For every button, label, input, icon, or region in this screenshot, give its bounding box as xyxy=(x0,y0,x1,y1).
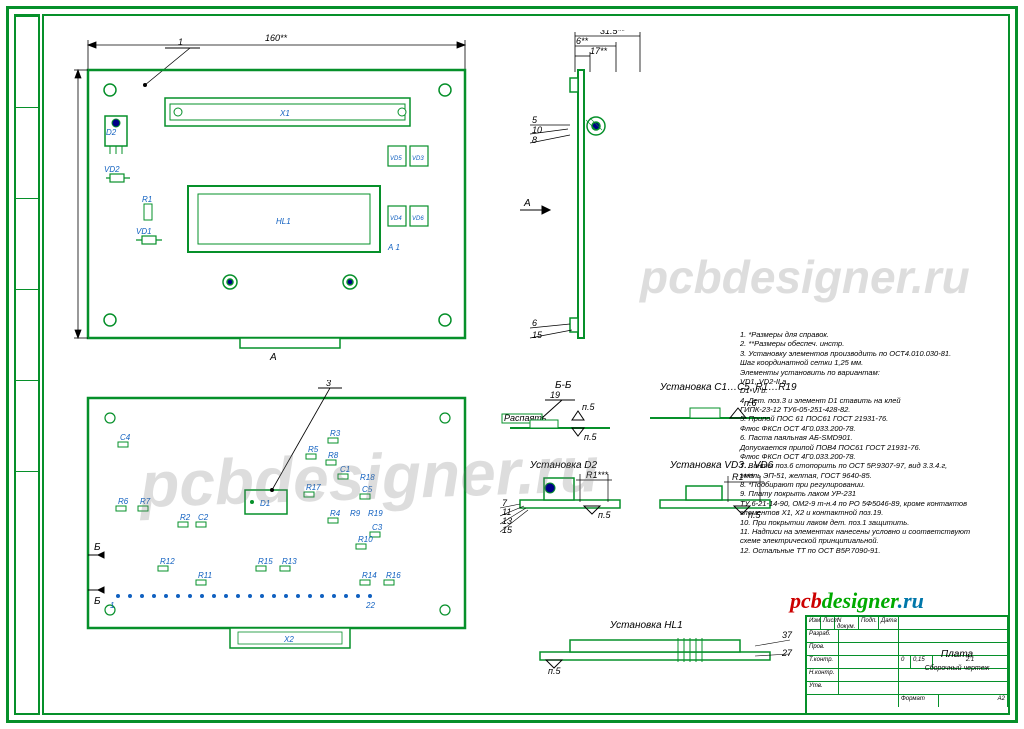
svg-text:6: 6 xyxy=(532,318,537,328)
svg-text:C4: C4 xyxy=(120,433,131,442)
svg-text:1: 1 xyxy=(110,601,114,610)
svg-text:А: А xyxy=(523,198,531,209)
svg-text:37: 37 xyxy=(782,630,793,640)
svg-text:31.5**: 31.5** xyxy=(600,30,625,36)
svg-text:R10: R10 xyxy=(358,535,373,544)
svg-text:Б: Б xyxy=(94,542,101,553)
front-view: 160** 1 X1 D2 VD2 R1 xyxy=(70,30,490,360)
svg-text:17**: 17** xyxy=(590,46,608,56)
svg-text:R4: R4 xyxy=(330,509,341,518)
svg-text:А: А xyxy=(269,352,277,360)
svg-text:HL1: HL1 xyxy=(276,217,291,226)
svg-text:X2: X2 xyxy=(283,635,294,644)
svg-text:15: 15 xyxy=(502,525,513,535)
svg-text:C5: C5 xyxy=(362,485,373,494)
svg-text:п.5: п.5 xyxy=(598,510,611,520)
binding-column xyxy=(14,14,40,715)
svg-text:10: 10 xyxy=(532,125,542,135)
svg-text:R12: R12 xyxy=(160,557,175,566)
svg-text:X1: X1 xyxy=(279,109,290,118)
svg-text:R11: R11 xyxy=(198,571,212,580)
svg-text:5: 5 xyxy=(532,115,538,125)
svg-text:D2: D2 xyxy=(106,128,117,137)
back-view: D1 3 C4 R3 R5 R8 C1 R18 C5 R17 R6 R7 R2 … xyxy=(70,380,490,660)
svg-text:R18: R18 xyxy=(360,473,375,482)
svg-text:6**: 6** xyxy=(576,36,589,46)
svg-text:19: 19 xyxy=(550,390,560,400)
drawing-sheet: pcbdesigner.ru pcbdesigner.ru 160** 1 X1 xyxy=(0,0,1024,729)
svg-text:C2: C2 xyxy=(198,513,209,522)
svg-text:п.5: п.5 xyxy=(582,402,595,412)
svg-text:Б: Б xyxy=(94,596,101,607)
svg-text:п.5: п.5 xyxy=(584,432,597,442)
svg-text:R1: R1 xyxy=(142,195,152,204)
svg-text:R13: R13 xyxy=(282,557,297,566)
svg-text:VD3: VD3 xyxy=(412,156,424,162)
svg-text:R17: R17 xyxy=(306,483,321,492)
svg-text:VD2: VD2 xyxy=(104,165,120,174)
svg-text:R19: R19 xyxy=(368,509,383,518)
svg-text:8: 8 xyxy=(532,135,537,145)
svg-text:Установка HL1: Установка HL1 xyxy=(609,620,683,631)
svg-text:C1: C1 xyxy=(340,465,350,474)
svg-text:160**: 160** xyxy=(265,33,288,43)
side-view: 31.5** 6** 17** 5 10 8 6 15 А xyxy=(520,30,690,350)
svg-text:R5: R5 xyxy=(308,445,319,454)
svg-text:VD1: VD1 xyxy=(136,227,152,236)
drawing-title: Плата xyxy=(908,649,1006,660)
svg-text:R15: R15 xyxy=(258,557,273,566)
svg-text:R8: R8 xyxy=(328,451,339,460)
technical-notes: 1. *Размеры для справок. 2. **Размеры об… xyxy=(740,330,1000,555)
svg-text:А 1: А 1 xyxy=(387,243,400,252)
svg-text:VD4: VD4 xyxy=(390,216,402,222)
svg-text:R7: R7 xyxy=(140,497,151,506)
svg-text:VD5: VD5 xyxy=(390,156,402,162)
title-block: Изм. Лист N докум. Подп. Дата Разраб. Пр… xyxy=(805,615,1010,715)
svg-text:3: 3 xyxy=(326,380,331,388)
svg-text:VD6: VD6 xyxy=(412,216,424,222)
svg-text:D1: D1 xyxy=(260,499,270,508)
svg-text:R9: R9 xyxy=(350,509,361,518)
svg-text:27: 27 xyxy=(781,648,793,658)
drawing-subtitle: Сборочный чертеж xyxy=(908,665,1006,672)
svg-text:R3: R3 xyxy=(330,429,341,438)
svg-text:R1***: R1*** xyxy=(586,470,609,480)
svg-text:110**: 110** xyxy=(70,188,72,210)
site-url: pcbdesigner.ru xyxy=(790,588,924,614)
svg-text:R2: R2 xyxy=(180,513,191,522)
svg-text:C3: C3 xyxy=(372,523,383,532)
svg-text:R14: R14 xyxy=(362,571,377,580)
svg-text:R6: R6 xyxy=(118,497,129,506)
svg-text:1: 1 xyxy=(178,37,183,47)
svg-text:22: 22 xyxy=(365,601,375,610)
svg-text:R16: R16 xyxy=(386,571,401,580)
svg-text:15: 15 xyxy=(532,330,543,340)
